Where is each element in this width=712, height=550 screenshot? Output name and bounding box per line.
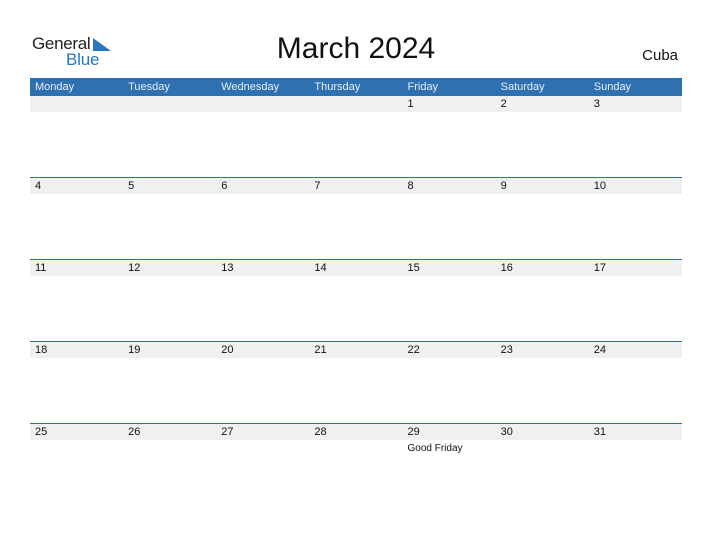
day-number: 4 [35, 180, 42, 192]
day-number: 28 [314, 426, 327, 438]
day-number: 21 [314, 344, 327, 356]
day-number: 18 [35, 344, 48, 356]
day-cell [309, 96, 402, 112]
day-number: 29 [407, 426, 420, 438]
day-number: 11 [35, 262, 47, 274]
day-cell: 11 [30, 260, 123, 276]
day-cell: 28 [309, 424, 402, 440]
day-cell: 19 [123, 342, 216, 358]
week-row: 18 19 20 21 22 23 24 [30, 341, 682, 423]
day-cell: 12 [123, 260, 216, 276]
day-cell: 1 [403, 96, 496, 112]
day-cell: 24 [589, 342, 682, 358]
day-cell: 3 [589, 96, 682, 112]
weeks-container: 1 2 3 4 5 6 7 8 9 10 11 12 13 14 15 16 17 18 19 20 21 22 23 24 2… [30, 96, 682, 505]
day-number: 15 [407, 262, 420, 274]
day-number: 22 [407, 344, 420, 356]
date-strip: 11 12 13 14 15 16 17 [30, 260, 682, 276]
country-label: Cuba [642, 47, 678, 64]
weekday-wednesday: Wednesday [221, 81, 280, 93]
day-number: 26 [128, 426, 141, 438]
day-number: 14 [314, 262, 327, 274]
day-number: 27 [221, 426, 234, 438]
day-number: 10 [593, 180, 606, 192]
day-cell: 22 [403, 342, 496, 358]
day-number: 13 [221, 262, 234, 274]
day-cell: 26 [123, 424, 216, 440]
day-cell: 10 [589, 178, 682, 194]
day-number: 3 [593, 98, 600, 110]
day-cell: 23 [496, 342, 589, 358]
weekday-tuesday: Tuesday [128, 81, 170, 93]
week-row: 11 12 13 14 15 16 17 [30, 259, 682, 341]
day-number: 2 [500, 98, 507, 110]
day-cell: 20 [216, 342, 309, 358]
day-number: 20 [221, 344, 234, 356]
day-cell: 4 [30, 178, 123, 194]
date-strip: 18 19 20 21 22 23 24 [30, 342, 682, 358]
day-cell: 13 [216, 260, 309, 276]
day-cell: 17 [589, 260, 682, 276]
day-number: 23 [500, 344, 513, 356]
day-cell: 8 [403, 178, 496, 194]
date-strip: 1 2 3 [30, 96, 682, 112]
calendar-title: March 2024 [276, 32, 436, 65]
week-row: 1 2 3 [30, 96, 682, 177]
week-row: 4 5 6 7 8 9 10 [30, 177, 682, 259]
day-number: 8 [407, 180, 414, 192]
weekday-sunday: Sunday [593, 81, 632, 93]
day-cell [123, 96, 216, 112]
weekday-thursday: Thursday [314, 81, 361, 93]
day-number: 1 [407, 98, 414, 110]
day-cell: 31 [589, 424, 682, 440]
day-cell: 14 [309, 260, 402, 276]
week-row: 25 26 27 28 29 Good Friday 30 31 [30, 423, 682, 505]
weekday-saturday: Saturday [500, 81, 545, 93]
day-cell: 25 [30, 424, 123, 440]
day-cell: 29 Good Friday [403, 424, 496, 454]
day-number: 17 [593, 262, 606, 274]
day-cell: 5 [123, 178, 216, 194]
weekday-monday: Monday [35, 81, 75, 93]
weekday-friday: Friday [407, 81, 439, 93]
day-number: 25 [35, 426, 48, 438]
date-strip: 25 26 27 28 29 Good Friday 30 31 [30, 424, 682, 454]
weekday-header: Monday Tuesday Wednesday Thursday Friday… [30, 78, 682, 96]
day-number: 31 [593, 426, 606, 438]
day-cell: 21 [309, 342, 402, 358]
day-number: 7 [314, 180, 321, 192]
day-cell: 30 [496, 424, 589, 440]
day-number: 30 [500, 426, 513, 438]
holiday-label: Good Friday [407, 443, 463, 454]
calendar-grid: Monday Tuesday Wednesday Thursday Friday… [30, 78, 682, 505]
day-cell: 18 [30, 342, 123, 358]
day-cell: 16 [496, 260, 589, 276]
day-number: 12 [128, 262, 141, 274]
day-number: 19 [128, 344, 141, 356]
date-strip: 4 5 6 7 8 9 10 [30, 178, 682, 194]
day-cell: 7 [309, 178, 402, 194]
day-number: 24 [593, 344, 606, 356]
day-cell [30, 96, 123, 112]
day-number: 6 [221, 180, 228, 192]
day-cell: 2 [496, 96, 589, 112]
day-cell: 6 [216, 178, 309, 194]
day-cell: 15 [403, 260, 496, 276]
day-cell: 9 [496, 178, 589, 194]
day-cell: 27 [216, 424, 309, 440]
day-cell [216, 96, 309, 112]
day-number: 5 [128, 180, 135, 192]
day-number: 16 [500, 262, 513, 274]
day-number: 9 [500, 180, 507, 192]
